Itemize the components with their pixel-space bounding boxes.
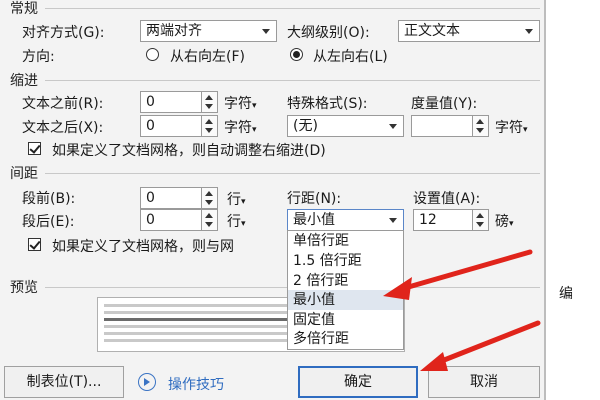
annotation-arrows <box>383 249 541 371</box>
arrow-to-minimum-icon <box>383 249 533 300</box>
arrow-to-ok-icon <box>420 320 541 371</box>
